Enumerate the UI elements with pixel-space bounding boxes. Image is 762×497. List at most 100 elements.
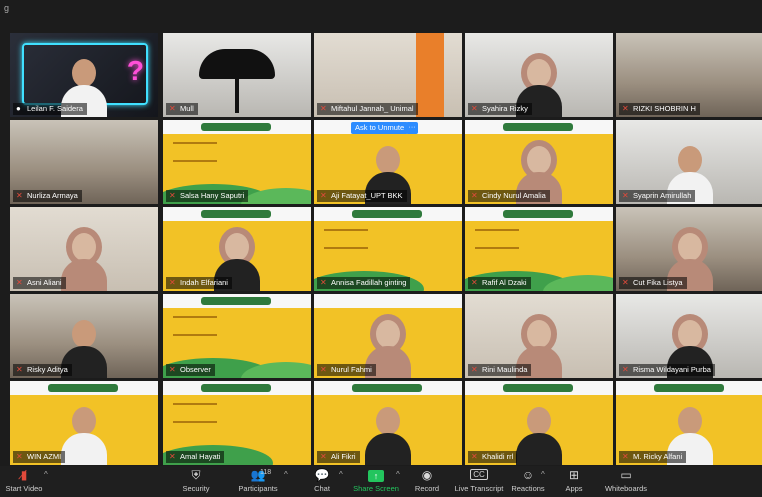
video-tile[interactable]: ✕ Nurliza Armaya xyxy=(10,120,158,204)
video-tile[interactable]: ✕ Annisa Fadillah ginting xyxy=(314,207,462,291)
webinar-logo xyxy=(352,384,422,392)
video-tile[interactable]: ✕ Mull xyxy=(163,33,311,117)
participant-name-label: ✕ Rafif Al Dzaki xyxy=(468,277,531,289)
video-tile[interactable]: ✕ Indah Elfariani xyxy=(163,207,311,291)
participant-name-label: ✕ RIZKI SHOBRIN H xyxy=(619,103,700,115)
webinar-logo xyxy=(201,297,271,305)
participant-name-label: ● Leilan F. Saidera xyxy=(13,103,87,115)
participant-name-label: ✕ Observer xyxy=(166,364,215,376)
mic-muted-icon: ✕ xyxy=(471,191,478,200)
video-tile[interactable]: ✕ Cut Fika Listya xyxy=(616,207,762,291)
video-tile[interactable]: ✕ Rini Maulinda xyxy=(465,294,613,378)
share-screen-button[interactable]: ↑ Share Screen xyxy=(352,466,400,497)
mic-muted-icon: ✕ xyxy=(169,191,176,200)
live-transcript-button[interactable]: CC Live Transcript xyxy=(452,466,506,497)
participant-name-label: ✕ Risky Aditya xyxy=(13,364,72,376)
participant-name-label: ✕ M. Ricky Alfani xyxy=(619,451,687,463)
participants-count: 118 xyxy=(260,469,272,476)
video-tile[interactable]: ✕ Amal Hayati xyxy=(163,381,311,465)
participant-name-label: ✕ Syahira Rizky xyxy=(468,103,532,115)
more-options-button[interactable]: ··· xyxy=(406,122,418,134)
video-tile[interactable]: ✕ Asni Aliani xyxy=(10,207,158,291)
mic-muted-icon: ✕ xyxy=(16,365,23,374)
video-tile[interactable]: ✕ Nurul Fahmi xyxy=(314,294,462,378)
video-tile[interactable]: ✕ M. Ricky Alfani xyxy=(616,381,762,465)
window-glyph: g xyxy=(4,3,10,13)
mic-muted-icon: ✕ xyxy=(622,191,629,200)
video-tile[interactable]: ✕ WIN AZMI xyxy=(10,381,158,465)
video-tile[interactable]: ✕ Observer xyxy=(163,294,311,378)
participant-name-label: ✕ Annisa Fadillah ginting xyxy=(317,277,411,289)
title-bar: g xyxy=(0,0,762,30)
video-tile[interactable]: ✕ Khalidi rrl xyxy=(465,381,613,465)
whiteboards-button[interactable]: ▭ Whiteboards xyxy=(604,466,648,497)
participant-name-label: ✕ Ali Fikri xyxy=(317,451,360,463)
participant-name-label: ✕ Salsa Hany Saputri xyxy=(166,190,249,202)
video-tile[interactable]: ✕ Risma Wildayani Purba xyxy=(616,294,762,378)
mic-muted-icon: ✕ xyxy=(16,191,23,200)
participant-name-label: ✕ Miftahul Jannah_ Unimal xyxy=(317,103,418,115)
webinar-logo xyxy=(201,123,271,131)
neon-sign-icon: ? xyxy=(126,55,144,86)
webinar-logo xyxy=(201,384,271,392)
reactions-options-caret[interactable]: ^ xyxy=(541,470,545,479)
mic-muted-icon: ✕ xyxy=(622,452,629,461)
video-options-caret[interactable]: ^ xyxy=(44,470,48,479)
participants-options-caret[interactable]: ^ xyxy=(284,470,288,479)
mic-muted-icon: ✕ xyxy=(622,365,629,374)
mic-muted-icon: ✕ xyxy=(16,452,23,461)
video-tile[interactable]: ✕ Ali Fikri xyxy=(314,381,462,465)
start-video-button[interactable]: ▮̸ Start Video xyxy=(4,466,44,497)
webinar-logo xyxy=(503,210,573,218)
video-tile[interactable]: ✕ Salsa Hany Saputri xyxy=(163,120,311,204)
participant-name-label: ✕ Khalidi rrl xyxy=(468,451,518,463)
video-tile[interactable]: ✕ Risky Aditya xyxy=(10,294,158,378)
chat-button[interactable]: 💬 Chat xyxy=(305,466,339,497)
share-options-caret[interactable]: ^ xyxy=(396,470,400,479)
ask-to-unmute-button[interactable]: Ask to Unmute xyxy=(351,122,409,134)
mic-muted-icon: ✕ xyxy=(471,104,478,113)
apps-icon: ⊞ xyxy=(568,468,580,482)
video-tile[interactable]: Ask to Unmute ··· ✕ Aji Fatayat_UPT BKK xyxy=(314,120,462,204)
mic-muted-icon: ✕ xyxy=(169,365,176,374)
mic-muted-icon: ✕ xyxy=(320,452,327,461)
participant-name-label: ✕ Nurliza Armaya xyxy=(13,190,82,202)
video-tile[interactable]: ✕ Rafif Al Dzaki xyxy=(465,207,613,291)
participant-name-label: ✕ Asni Aliani xyxy=(13,277,66,289)
record-button[interactable]: ◉ Record xyxy=(410,466,444,497)
video-tile[interactable]: ✕ Cindy Nurul Amalia xyxy=(465,120,613,204)
chat-options-caret[interactable]: ^ xyxy=(339,470,343,479)
webinar-logo xyxy=(201,210,271,218)
participant-name-label: ✕ Cindy Nurul Amalia xyxy=(468,190,550,202)
participant-name-label: ✕ Aji Fatayat_UPT BKK xyxy=(317,190,407,202)
video-tile[interactable]: ✕ RIZKI SHOBRIN H xyxy=(616,33,762,117)
participants-icon: 👥 xyxy=(250,468,266,482)
whiteboard-icon: ▭ xyxy=(620,468,632,482)
meeting-controls-toolbar: ▮̸ Start Video ^ ⛨ Security 👥 118 Partic… xyxy=(0,466,762,497)
shield-icon: ⛨ xyxy=(191,468,201,482)
webinar-logo xyxy=(352,210,422,218)
security-button[interactable]: ⛨ Security xyxy=(176,466,216,497)
mic-on-icon: ● xyxy=(16,104,21,113)
mic-muted-icon: ✕ xyxy=(169,104,176,113)
participant-name-label: ✕ Risma Wildayani Purba xyxy=(619,364,715,376)
video-tile[interactable]: ✕ Syaprin Amirullah xyxy=(616,120,762,204)
mic-muted-icon: ✕ xyxy=(16,278,23,287)
participants-button[interactable]: 👥 118 Participants xyxy=(234,466,282,497)
webinar-logo xyxy=(503,123,573,131)
mic-muted-icon: ✕ xyxy=(169,452,176,461)
participant-name-label: ✕ Indah Elfariani xyxy=(166,277,232,289)
apps-button[interactable]: ⊞ Apps xyxy=(560,466,588,497)
mic-muted-icon: ✕ xyxy=(169,278,176,287)
chat-bubble-icon: 💬 xyxy=(314,468,330,482)
video-tile[interactable]: ? ● Leilan F. Saidera xyxy=(10,33,158,117)
mic-muted-icon: ✕ xyxy=(320,104,327,113)
zoom-meeting-window: g ? ● Leilan F. Saidera ✕ Mull ✕ Miftahul J… xyxy=(0,0,762,497)
participant-video xyxy=(516,407,562,465)
participant-name-label: ✕ Nurul Fahmi xyxy=(317,364,376,376)
participant-name-label: ✕ Syaprin Amirullah xyxy=(619,190,696,202)
video-tile[interactable]: ✕ Miftahul Jannah_ Unimal xyxy=(314,33,462,117)
video-tile[interactable]: ✕ Syahira Rizky xyxy=(465,33,613,117)
closed-caption-icon: CC xyxy=(452,466,506,484)
mic-muted-icon: ✕ xyxy=(471,278,478,287)
